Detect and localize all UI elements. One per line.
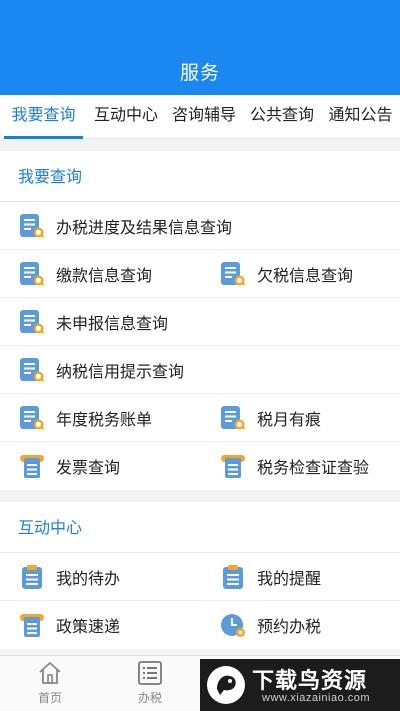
document-search-icon	[219, 260, 247, 288]
watermark-title: 下载鸟资源	[252, 668, 368, 693]
item-policy-express[interactable]: 政策速递	[0, 601, 200, 649]
nav-home[interactable]: 首页	[20, 660, 80, 706]
item-label: 税务检查证查验	[257, 460, 370, 477]
tab-query[interactable]: 我要查询	[0, 95, 87, 139]
nav-tax[interactable]: 办税	[120, 660, 180, 706]
item-appointment[interactable]: 预约办税	[200, 601, 400, 649]
nav-home-label: 首页	[37, 691, 62, 705]
item-tax-trace[interactable]: 税月有痕	[200, 394, 400, 442]
category-tabs: 我要查询 互动中心 咨询辅导 公共查询 通知公告	[0, 95, 400, 139]
item-label: 我的提醒	[257, 570, 322, 588]
list-row: 纳税信用提示查询	[0, 346, 400, 394]
list-row: 办税进度及结果信息查询	[0, 202, 400, 250]
tab-notices[interactable]: 通知公告	[321, 95, 400, 139]
watermark-url: www.xiazainiao.com	[262, 692, 371, 704]
item-label: 我的待办	[56, 570, 121, 588]
item-inspection-verify[interactable]: 税务检查证查验	[200, 442, 400, 490]
list-row: 缴款信息查询 欠税信息查询	[0, 250, 400, 298]
watermark-banner: 下载鸟资源 www.xiazainiao.com	[200, 659, 400, 711]
clock-icon	[219, 611, 247, 639]
invoice-icon	[219, 452, 247, 480]
home-icon	[39, 662, 61, 684]
clipboard-icon	[219, 563, 247, 591]
item-label: 纳税信用提示查询	[56, 363, 185, 381]
query-section: 我要查询 办税进度及结果信息查询 缴款信息查询 欠税信息查询 未申报信息查询 纳…	[0, 151, 400, 490]
section-title-query: 我要查询	[0, 151, 400, 202]
nav-tax-label: 办税	[137, 691, 162, 705]
tab-public-query[interactable]: 公共查询	[243, 95, 321, 139]
document-search-icon	[18, 308, 46, 336]
document-search-icon	[18, 356, 46, 384]
item-label: 税月有痕	[257, 411, 322, 429]
app-header: 服务	[0, 0, 400, 95]
item-my-todo[interactable]: 我的待办	[0, 553, 200, 601]
item-label: 预约办税	[257, 619, 322, 636]
item-credit-query[interactable]: 纳税信用提示查询	[0, 346, 400, 394]
invoice-icon	[18, 611, 46, 639]
clipboard-icon	[18, 563, 46, 591]
item-payment-query[interactable]: 缴款信息查询	[0, 250, 200, 298]
item-label: 发票查询	[56, 460, 121, 477]
item-label: 未申报信息查询	[56, 315, 169, 333]
invoice-icon	[18, 452, 46, 480]
document-search-icon	[18, 260, 46, 288]
item-undeclared-query[interactable]: 未申报信息查询	[0, 298, 400, 346]
item-my-reminder[interactable]: 我的提醒	[200, 553, 400, 601]
item-label: 缴款信息查询	[56, 267, 153, 285]
item-progress-query[interactable]: 办税进度及结果信息查询	[0, 202, 400, 250]
item-label: 欠税信息查询	[257, 267, 354, 285]
list-row: 我的待办 我的提醒	[0, 553, 400, 601]
item-arrears-query[interactable]: 欠税信息查询	[200, 250, 400, 298]
document-search-icon	[18, 212, 46, 240]
item-label: 办税进度及结果信息查询	[56, 219, 233, 237]
document-search-icon	[219, 404, 247, 432]
document-search-icon	[18, 404, 46, 432]
list-row: 政策速递 预约办税	[0, 601, 400, 649]
list-icon	[138, 661, 162, 685]
section-title-interaction: 互动中心	[0, 502, 400, 553]
item-label: 政策速递	[56, 619, 121, 636]
tab-consulting[interactable]: 咨询辅导	[165, 95, 243, 139]
item-annual-bill[interactable]: 年度税务账单	[0, 394, 200, 442]
interaction-section: 互动中心 我的待办 我的提醒 政策速递 预约办税	[0, 502, 400, 649]
item-invoice-query[interactable]: 发票查询	[0, 442, 200, 490]
list-row: 未申报信息查询	[0, 298, 400, 346]
tab-interaction[interactable]: 互动中心	[87, 95, 165, 139]
list-row: 发票查询 税务检查证查验	[0, 442, 400, 490]
list-row: 年度税务账单 税月有痕	[0, 394, 400, 442]
bird-logo-icon	[207, 666, 245, 704]
item-label: 年度税务账单	[56, 411, 153, 429]
page-title: 服务	[179, 63, 220, 84]
